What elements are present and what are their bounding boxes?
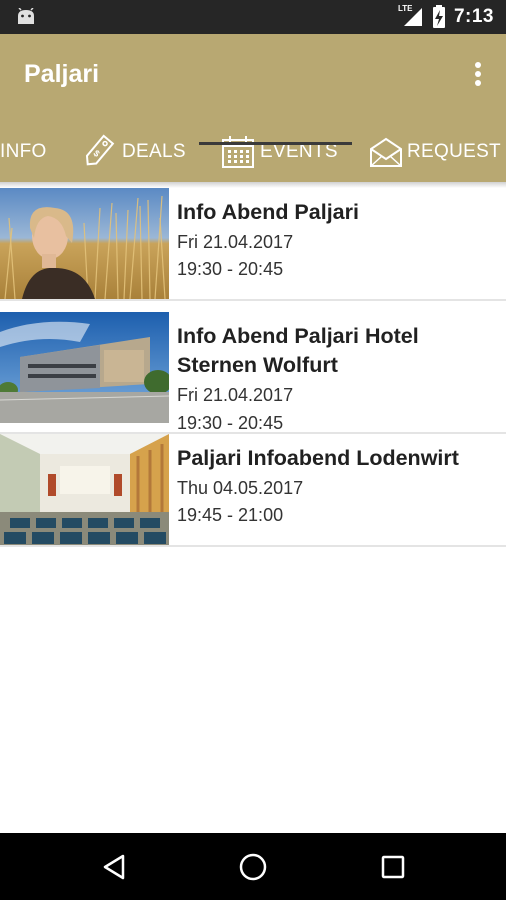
price-tag-icon: $ [78, 132, 118, 172]
event-title: Info Abend Paljari Hotel Sternen Wolfurt [177, 324, 419, 377]
tab-label: DEALS [122, 141, 186, 162]
list-divider [0, 545, 506, 547]
event-title: Info Abend Paljari [177, 200, 359, 224]
battery-charging-icon [432, 5, 445, 28]
event-list-item[interactable]: Info Abend Paljari Fri 21.04.2017 19:30 … [0, 188, 506, 299]
home-icon[interactable] [223, 833, 283, 900]
clock: 7:13 [453, 6, 494, 27]
tab-label: INFO [0, 141, 47, 162]
calendar-icon [220, 134, 256, 170]
event-time: 19:30 - 20:45 [177, 413, 284, 433]
hotel-building-photo [0, 312, 169, 423]
tab-label: REQUEST [407, 141, 501, 162]
event-time: 19:30 - 20:45 [177, 259, 284, 279]
tab-info[interactable]: INFO [0, 122, 47, 182]
event-list-item[interactable]: Paljari Infoabend Lodenwirt Thu 04.05.20… [0, 434, 506, 545]
back-icon[interactable] [84, 833, 144, 900]
android-icon [18, 8, 34, 24]
event-time: 19:45 - 21:00 [177, 505, 284, 525]
tab-bar: INFO $ DEALS EVENTS REQUEST [0, 122, 506, 182]
event-list-item[interactable]: Info Abend Paljari Hotel Sternen Wolfurt… [0, 312, 506, 433]
event-date: Fri 21.04.2017 [177, 385, 294, 405]
recents-icon[interactable] [363, 833, 423, 900]
status-bar: LTE 7:13 [0, 0, 506, 34]
conference-room-photo [0, 434, 169, 545]
tab-events[interactable]: EVENTS [220, 122, 338, 182]
lte-signal-icon: LTE [398, 4, 424, 28]
list-divider [0, 299, 506, 301]
more-vert-icon[interactable] [474, 62, 482, 88]
event-date: Fri 21.04.2017 [177, 232, 294, 252]
envelope-icon [369, 136, 403, 168]
woman-in-grass-photo [0, 188, 169, 299]
app-title: Paljari [24, 60, 100, 88]
navigation-bar [0, 833, 506, 900]
app-bar: Paljari INFO $ DEALS EVENTS REQUEST [0, 34, 506, 182]
selected-tab-indicator [199, 142, 352, 145]
event-date: Thu 04.05.2017 [177, 478, 304, 498]
tab-deals[interactable]: $ DEALS [78, 122, 186, 182]
event-title: Paljari Infoabend Lodenwirt [177, 446, 459, 470]
tab-request[interactable]: REQUEST [369, 122, 501, 182]
